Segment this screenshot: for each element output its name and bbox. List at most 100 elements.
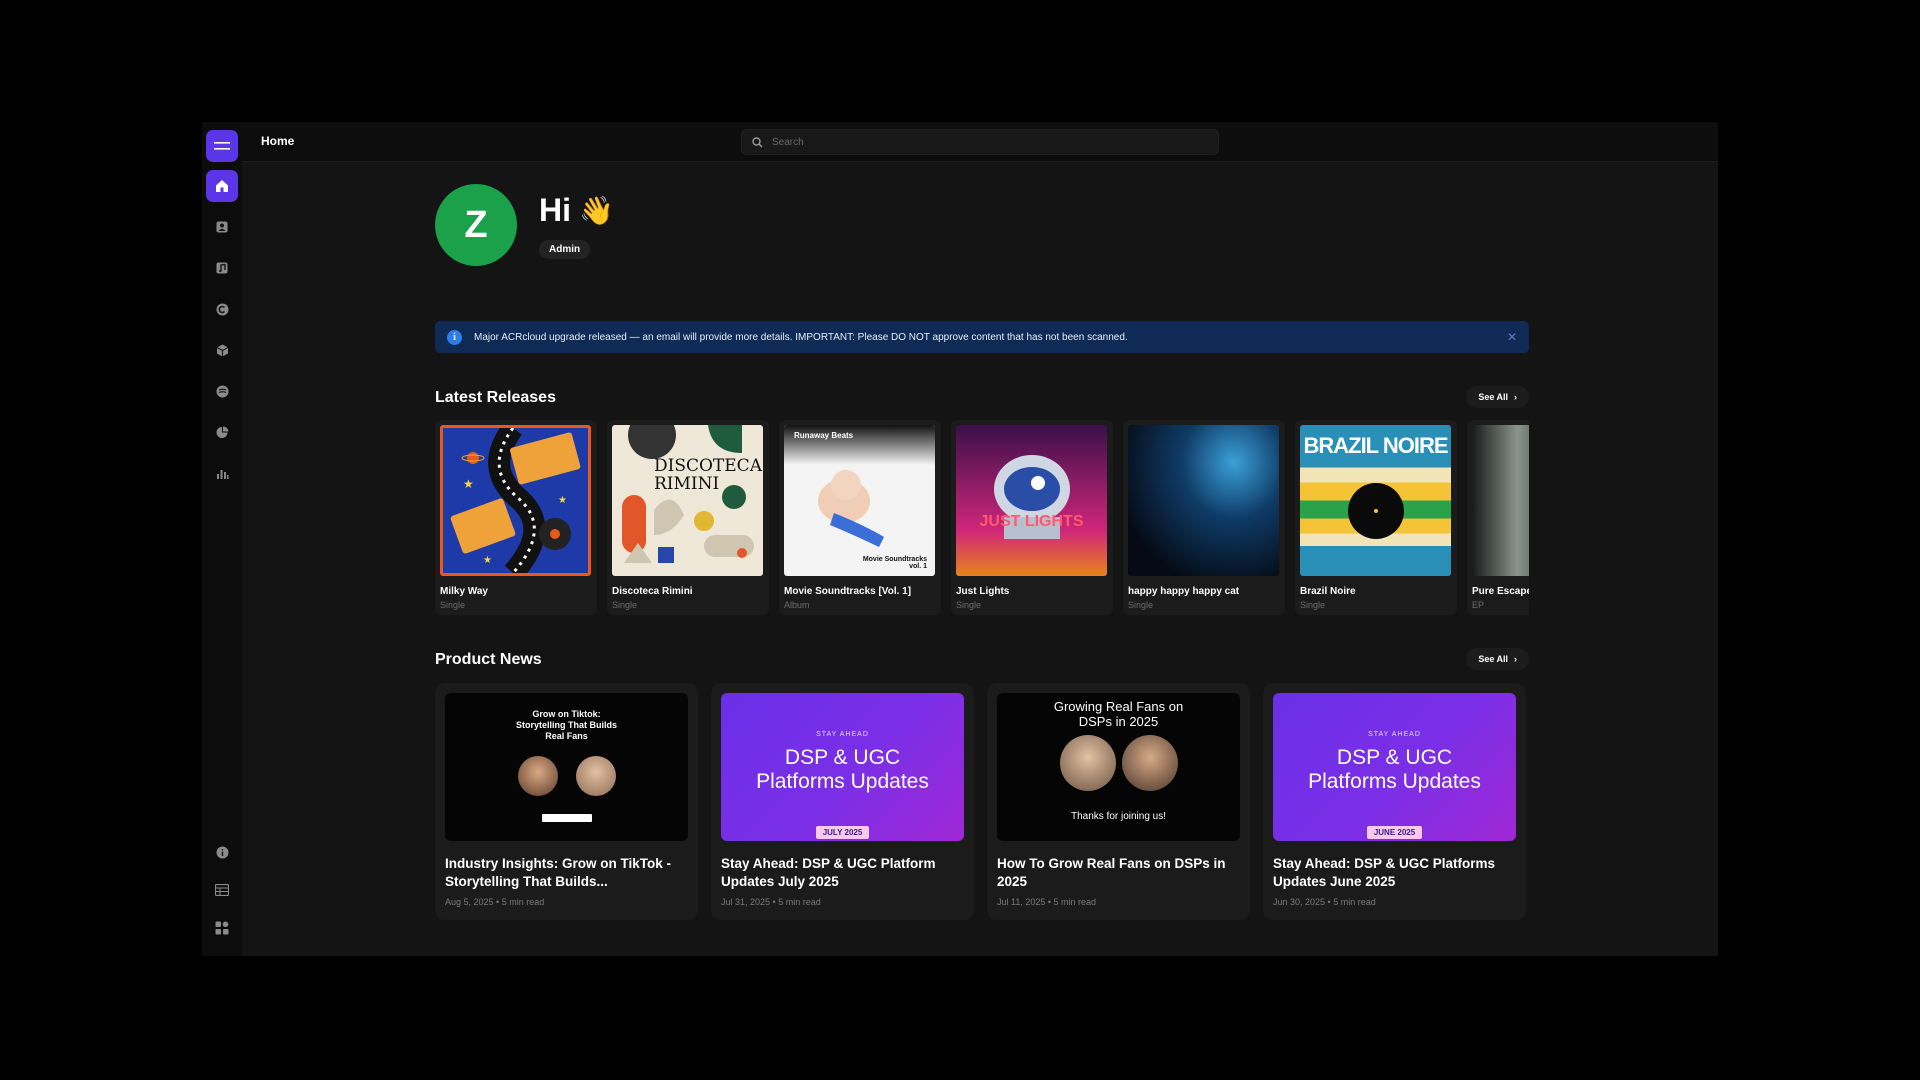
release-cover: JUST LIGHTS <box>956 425 1107 576</box>
release-card[interactable]: BRAZIL NOIRE Brazil Noire Single <box>1295 420 1457 615</box>
release-name: happy happy happy cat <box>1128 586 1240 597</box>
thumb-text: Growing Real Fans on DSPs in 2025 <box>1053 699 1184 729</box>
app-window: Home Z Z Hi 👋 Admin i Major ACRcloud upg… <box>202 122 1718 956</box>
release-name: Discoteca Rimini <box>612 586 693 597</box>
sidebar-item-help[interactable] <box>206 836 238 868</box>
chevron-right-icon: › <box>1514 654 1517 664</box>
release-cover: BRAZIL NOIRE <box>1300 425 1451 576</box>
artists-icon <box>216 221 228 233</box>
news-meta: Aug 5, 2025 • 5 min read <box>445 897 545 907</box>
search-icon <box>752 136 763 148</box>
table-icon <box>215 884 229 896</box>
speaker-photo <box>1059 735 1116 791</box>
sidebar-item-analytics[interactable] <box>206 457 238 489</box>
news-date: Jun 30, 2025 <box>1273 897 1326 907</box>
news-card[interactable]: Grow on Tiktok: Storytelling That Builds… <box>435 683 698 920</box>
release-type: Single <box>1128 600 1154 610</box>
speaker-photo <box>517 756 558 796</box>
svg-text:★: ★ <box>558 495 567 506</box>
role-badge: Admin <box>539 240 591 259</box>
news-card[interactable]: STAY AHEAD DSP & UGC Platforms Updates J… <box>711 683 974 920</box>
release-card[interactable]: ★ ★ ★ Milky Way Single <box>435 420 597 615</box>
thumb-kicker: STAY AHEAD <box>1368 730 1421 738</box>
news-see-all-button[interactable]: See All › <box>1466 648 1529 670</box>
info-icon: i <box>447 329 462 345</box>
release-name: Milky Way <box>440 586 488 597</box>
release-card[interactable]: happy happy happy cat Single <box>1123 420 1285 615</box>
releases-carousel: ★ ★ ★ Milky Way Single DISCOTECA RIMINI … <box>435 420 1529 620</box>
news-date: Jul 11, 2025 <box>997 897 1046 907</box>
latest-releases-title: Latest Releases <box>435 389 556 406</box>
thumb-headline: DSP & UGC Platforms Updates <box>756 745 929 793</box>
thumb-footer: Thanks for joining us! <box>1070 811 1167 822</box>
news-card[interactable]: Growing Real Fans on DSPs in 2025 Thanks… <box>987 683 1250 920</box>
search-bar[interactable] <box>741 129 1219 155</box>
disc-icon <box>216 385 228 397</box>
news-title: Stay Ahead: DSP & UGC Platforms Updates … <box>1273 856 1496 889</box>
news-thumbnail: Growing Real Fans on DSPs in 2025 Thanks… <box>997 693 1240 841</box>
sidebar-item-home[interactable] <box>206 170 238 202</box>
sidebar-item-artists[interactable] <box>206 211 238 243</box>
release-cover <box>1128 425 1279 576</box>
news-title: Industry Insights: Grow on TikTok - Stor… <box>445 856 672 889</box>
product-news-title: Product News <box>435 651 542 668</box>
release-name: Brazil Noire <box>1300 586 1356 597</box>
see-all-label: See All <box>1478 654 1508 664</box>
release-type: Album <box>784 600 810 610</box>
menu-toggle-button[interactable] <box>206 130 238 162</box>
release-card[interactable]: Runaway Beats Movie Soundtracks vol. 1 M… <box>779 420 941 615</box>
svg-text:★: ★ <box>483 555 492 566</box>
news-meta: Jul 11, 2025 • 5 min read <box>997 897 1097 907</box>
news-card[interactable]: STAY AHEAD DSP & UGC Platforms Updates J… <box>1263 683 1526 920</box>
milky-way-artwork: ★ ★ ★ <box>450 428 581 573</box>
sidebar-item-music[interactable] <box>206 252 238 284</box>
sidebar-item-reports[interactable] <box>206 874 238 906</box>
wave-emoji: 👋 <box>579 195 614 226</box>
release-card[interactable]: Pure Escape EP <box>1467 420 1529 615</box>
news-meta: Jun 30, 2025 • 5 min read <box>1273 897 1376 907</box>
news-meta: Jul 31, 2025 • 5 min read <box>721 897 821 907</box>
info-icon <box>216 846 228 858</box>
thumb-month: JUNE 2025 <box>1366 826 1423 839</box>
sidebar-item-releases[interactable] <box>206 375 238 407</box>
news-date: Aug 5, 2025 <box>445 897 494 907</box>
sidebar-item-apps[interactable] <box>206 912 238 944</box>
thumb-text: Grow on Tiktok: Storytelling That Builds… <box>515 709 617 741</box>
music-note-icon <box>216 262 228 274</box>
sidebar <box>202 122 242 956</box>
sidebar-item-royalties[interactable] <box>206 416 238 448</box>
news-thumbnail: Grow on Tiktok: Storytelling That Builds… <box>445 693 688 841</box>
release-type: Single <box>1300 600 1326 610</box>
pie-chart-icon <box>216 425 228 438</box>
greeting: Hi 👋 <box>539 192 614 229</box>
cover-text: JUST LIGHTS <box>979 513 1084 530</box>
release-cover <box>1472 425 1529 576</box>
baby-artwork <box>818 470 884 547</box>
speaker-photo <box>575 756 616 796</box>
release-card[interactable]: JUST LIGHTS Just Lights Single <box>951 420 1113 615</box>
close-icon[interactable]: ✕ <box>1507 330 1517 344</box>
releases-see-all-button[interactable]: See All › <box>1466 386 1529 408</box>
copyright-icon <box>216 303 228 315</box>
cover-bottom-text: Movie Soundtracks vol. 1 <box>862 556 927 570</box>
svg-text:★: ★ <box>463 477 474 491</box>
release-cover: DISCOTECA RIMINI <box>612 425 763 576</box>
discoteca-artwork <box>622 425 754 563</box>
sidebar-item-copyright[interactable] <box>206 293 238 325</box>
release-type: Single <box>956 600 982 610</box>
news-title: Stay Ahead: DSP & UGC Platform Updates J… <box>721 856 936 889</box>
search-input[interactable] <box>772 136 1192 148</box>
speaker-photo <box>1121 735 1178 791</box>
news-title: How To Grow Real Fans on DSPs in 2025 <box>997 856 1226 889</box>
menu-icon <box>214 142 230 150</box>
news-read-time: 5 min read <box>501 897 545 907</box>
release-type: Single <box>440 600 466 610</box>
release-type: Single <box>612 600 638 610</box>
release-name: Movie Soundtracks [Vol. 1] <box>784 586 912 597</box>
sidebar-item-products[interactable] <box>206 334 238 366</box>
news-read-time: 5 min read <box>1053 897 1097 907</box>
news-date: Jul 31, 2025 <box>721 897 771 907</box>
release-card[interactable]: DISCOTECA RIMINI Discoteca Rimini Single <box>607 420 769 615</box>
page-title: Home <box>261 134 295 148</box>
news-read-time: 5 min read <box>1333 897 1376 907</box>
